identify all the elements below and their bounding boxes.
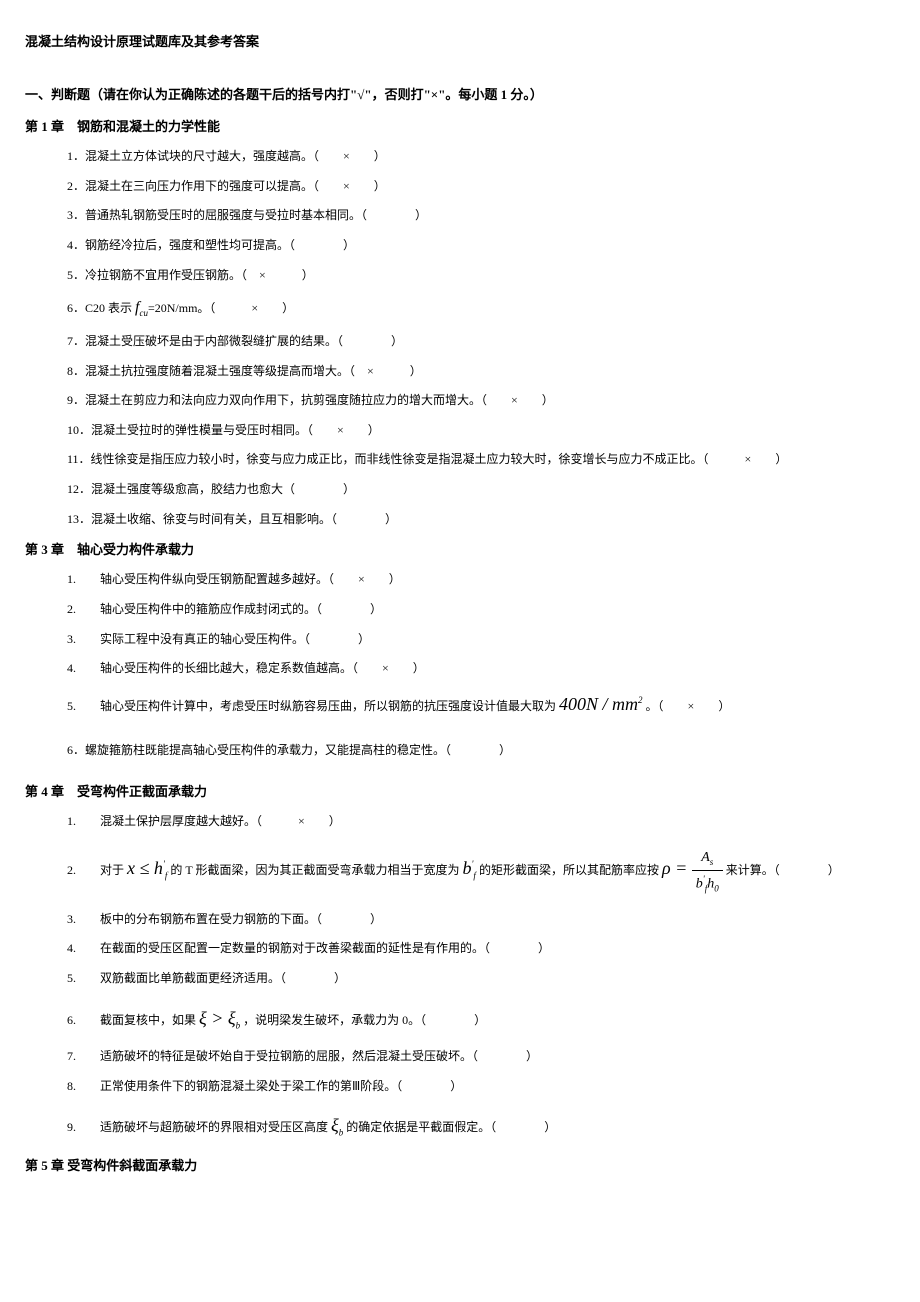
chapter-4-title: 第 4 章 受弯构件正截面承载力 — [25, 780, 895, 803]
ch1-q4: 4．钢筋经冷拉后，强度和塑性均可提高。（ ） — [25, 235, 895, 257]
ch3-q2: 2. 轴心受压构件中的箍筋应作成封闭式的。（ ） — [25, 599, 895, 621]
ch4-q6-pre: 6. 截面复核中，如果 — [67, 1013, 199, 1027]
ch1-q1: 1．混凝土立方体试块的尺寸越大，强度越高。（ × ） — [25, 146, 895, 168]
ch3-q6: 6．螺旋箍筋柱既能提高轴心受压构件的承载力，又能提高柱的稳定性。（ ） — [25, 740, 895, 762]
ch4-q1: 1. 混凝土保护层厚度越大越好。（ × ） — [25, 811, 895, 833]
ch1-q3: 3．普通热轧钢筋受压时的屈服强度与受拉时基本相同。（ ） — [25, 205, 895, 227]
ch1-q13: 13．混凝土收缩、徐变与时间有关，且互相影响。（ ） — [25, 509, 895, 531]
document-title: 混凝土结构设计原理试题库及其参考答案 — [25, 30, 895, 53]
ch3-q5-post: 。（ × ） — [643, 699, 731, 713]
ch1-q6-pre: 6．C20 表示 — [67, 301, 135, 315]
ch1-q7: 7．混凝土受压破坏是由于内部微裂缝扩展的结果。（ ） — [25, 331, 895, 353]
ch4-q2-post: 来计算。（ ） — [723, 863, 840, 877]
ch1-q10: 10．混凝土受拉时的弹性模量与受压时相同。（ × ） — [25, 420, 895, 442]
ch4-q8: 8. 正常使用条件下的钢筋混凝土梁处于梁工作的第Ⅲ阶段。（ ） — [25, 1076, 895, 1098]
ch4-q6-post: ，说明梁发生破坏，承载力为 0。（ ） — [240, 1013, 486, 1027]
ch1-q2: 2．混凝土在三向压力作用下的强度可以提高。（ × ） — [25, 176, 895, 198]
ch4-q2: 2. 对于 x ≤ h'f 的 T 形截面梁，因为其正截面受弯承载力相当于宽度为… — [25, 845, 895, 897]
section-title: 一、判断题（请在你认为正确陈述的各题干后的括号内打"√"，否则打"×"。每小题 … — [25, 83, 895, 106]
ch3-q3: 3. 实际工程中没有真正的轴心受压构件。（ ） — [25, 629, 895, 651]
ch1-q12: 12．混凝土强度等级愈高，胶结力也愈大（ ） — [25, 479, 895, 501]
ch1-q6-fcu: fcu — [135, 299, 148, 316]
ch4-q2-rho: ρ = — [662, 858, 692, 878]
ch4-q5: 5. 双筋截面比单筋截面更经济适用。（ ） — [25, 968, 895, 990]
ch4-q6-xi: ξ > ξb — [199, 1008, 240, 1028]
chapter-5-title: 第 5 章 受弯构件斜截面承载力 — [25, 1154, 895, 1177]
ch1-q6-post: =20N/mm。（ × ） — [148, 301, 294, 315]
ch4-q6: 6. 截面复核中，如果 ξ > ξb ，说明梁发生破坏，承载力为 0。（ ） — [25, 1002, 895, 1034]
ch3-q5-formula: 400N / mm2 — [559, 694, 643, 714]
ch4-q7: 7. 适筋破坏的特征是破坏始自于受拉钢筋的屈服，然后混凝土受压破坏。（ ） — [25, 1046, 895, 1068]
ch3-q4: 4. 轴心受压构件的长细比越大，稳定系数值越高。（ × ） — [25, 658, 895, 680]
ch1-q9: 9．混凝土在剪应力和法向应力双向作用下，抗剪强度随拉应力的增大而增大。（ × ） — [25, 390, 895, 412]
ch4-q2-bf: b'f — [462, 858, 475, 878]
chapter-1-title: 第 1 章 钢筋和混凝土的力学性能 — [25, 115, 895, 138]
ch4-q9-post: 的确定依据是平截面假定。（ ） — [343, 1120, 556, 1134]
ch3-q5: 5. 轴心受压构件计算中，考虑受压时纵筋容易压曲，所以钢筋的抗压强度设计值最大取… — [25, 688, 895, 720]
chapter-3-title: 第 3 章 轴心受力构件承载力 — [25, 538, 895, 561]
ch4-q9: 9. 适筋破坏与超筋破坏的界限相对受压区高度 ξb 的确定依据是平截面假定。（ … — [25, 1109, 895, 1141]
ch4-q2-ineq: x ≤ h'f — [127, 858, 167, 878]
ch3-q5-pre: 5. 轴心受压构件计算中，考虑受压时纵筋容易压曲，所以钢筋的抗压强度设计值最大取… — [67, 699, 559, 713]
ch3-q1: 1. 轴心受压构件纵向受压钢筋配置越多越好。（ × ） — [25, 569, 895, 591]
ch4-q2-pre: 2. 对于 — [67, 863, 127, 877]
ch4-q9-pre: 9. 适筋破坏与超筋破坏的界限相对受压区高度 — [67, 1120, 331, 1134]
ch1-q11: 11．线性徐变是指压应力较小时，徐变与应力成正比，而非线性徐变是指混凝土应力较大… — [25, 449, 895, 471]
ch4-q2-fraction: Asb'fh0 — [692, 845, 723, 897]
ch4-q4: 4. 在截面的受压区配置一定数量的钢筋对于改善梁截面的延性是有作用的。（ ） — [25, 938, 895, 960]
ch4-q2-mid1: 的 T 形截面梁，因为其正截面受弯承载力相当于宽度为 — [167, 863, 462, 877]
ch4-q2-mid2: 的矩形截面梁，所以其配筋率应按 — [476, 863, 662, 877]
ch4-q3: 3. 板中的分布钢筋布置在受力钢筋的下面。（ ） — [25, 909, 895, 931]
ch1-q6: 6．C20 表示 fcu=20N/mm。（ × ） — [25, 294, 895, 323]
ch1-q5: 5．冷拉钢筋不宜用作受压钢筋。（ × ） — [25, 265, 895, 287]
ch4-q9-xib: ξb — [331, 1115, 343, 1135]
ch1-q8: 8．混凝土抗拉强度随着混凝土强度等级提高而增大。（ × ） — [25, 361, 895, 383]
